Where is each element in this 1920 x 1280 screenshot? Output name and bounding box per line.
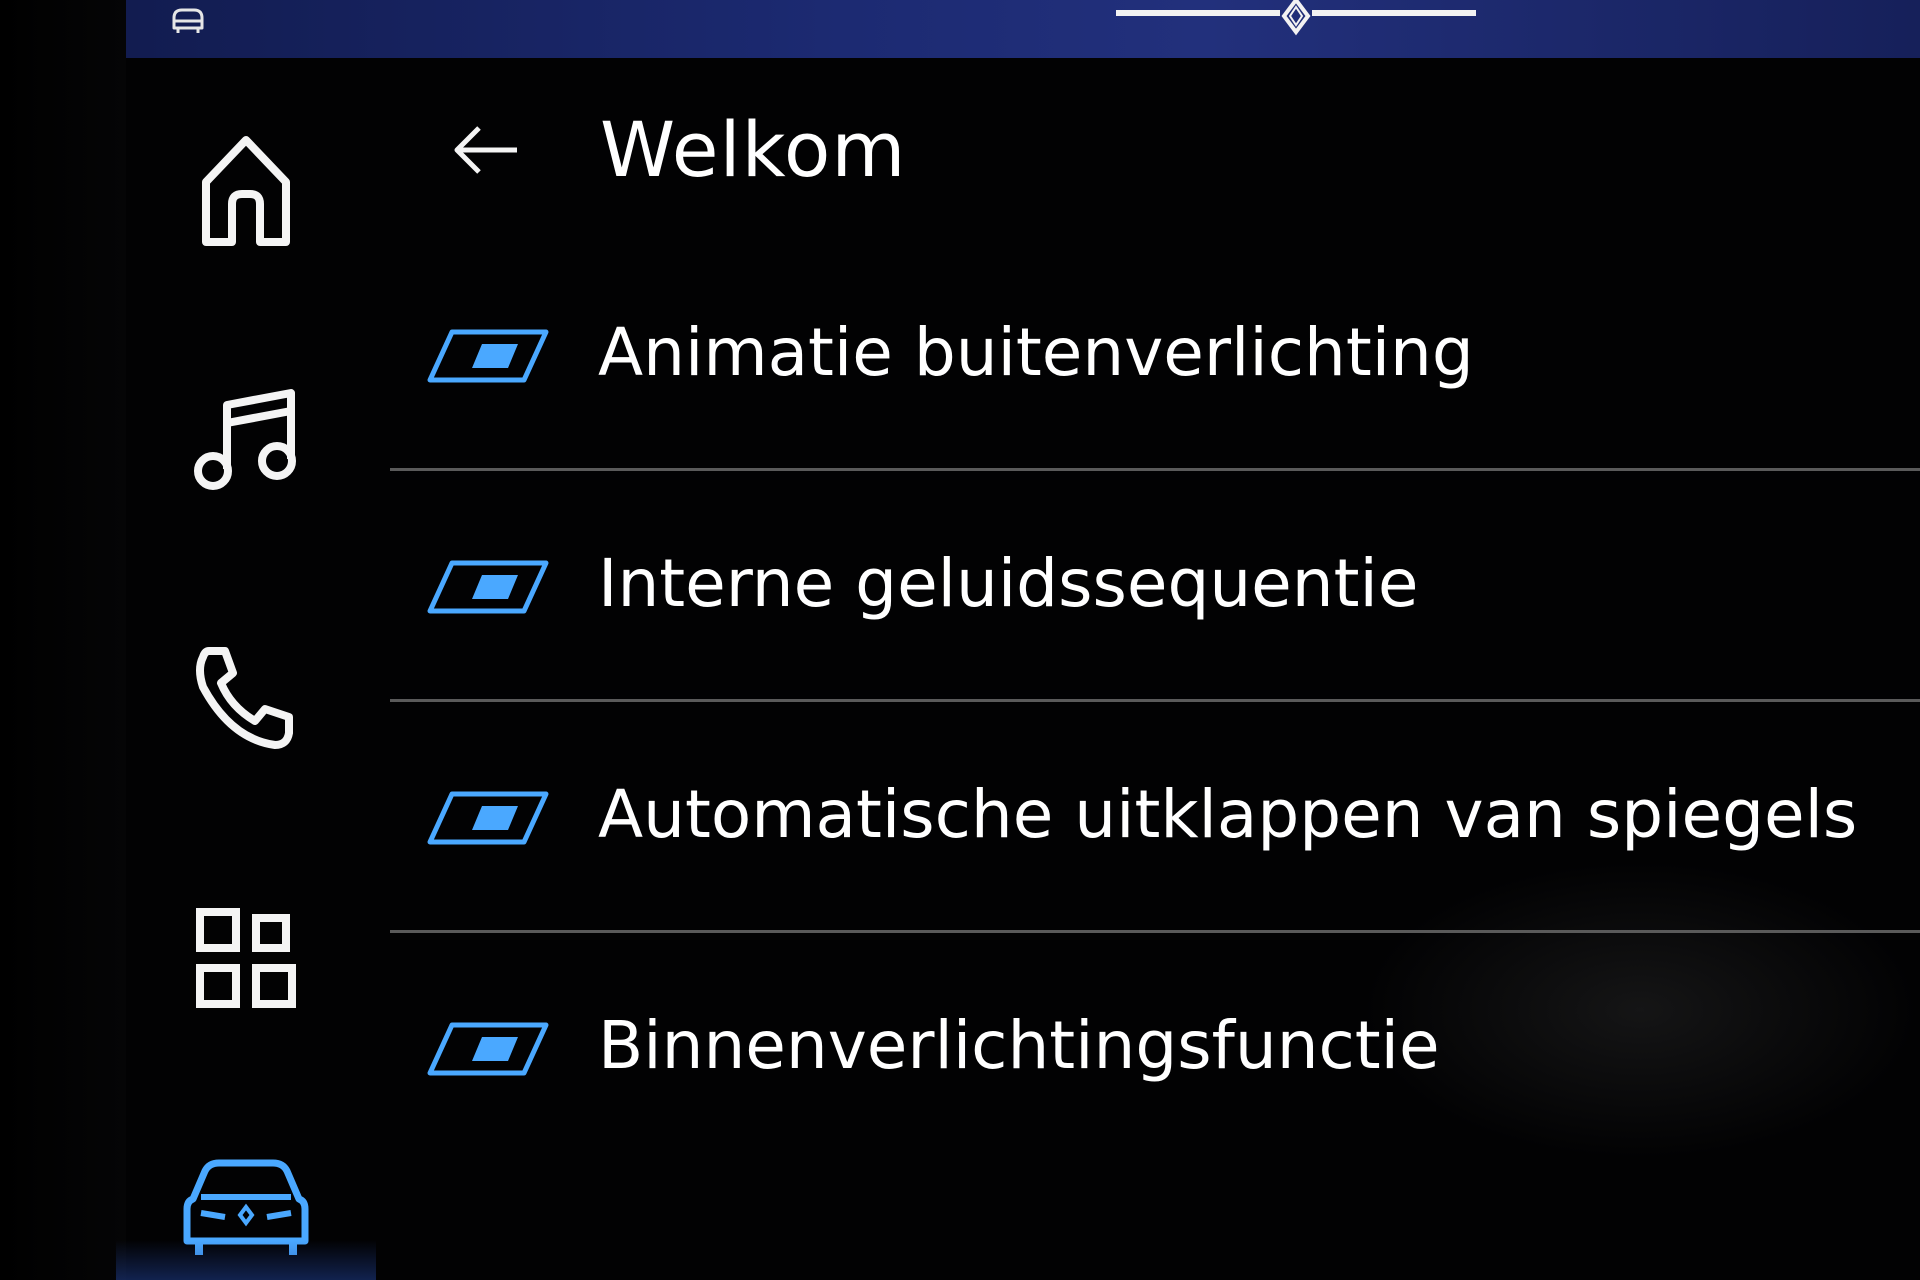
- list-item-interior-lighting-function[interactable]: Binnenverlichtingsfunctie: [390, 933, 1920, 1161]
- list-item-label: Automatische uitklappen van spiegels: [598, 776, 1858, 853]
- top-bar: [126, 0, 1920, 58]
- list-item-label: Interne geluidssequentie: [598, 545, 1419, 622]
- settings-list: Animatie buitenverlichting Interne gelui…: [390, 240, 1920, 1161]
- list-item-exterior-lighting-animation[interactable]: Animatie buitenverlichting: [390, 240, 1920, 471]
- infotainment-screen: Welkom Animatie buitenverlichting Intern…: [0, 0, 1920, 1280]
- list-item-auto-fold-mirrors[interactable]: Automatische uitklappen van spiegels: [390, 702, 1920, 933]
- apps-grid-icon: [196, 908, 296, 1008]
- phone-icon: [196, 647, 293, 749]
- parallelogram-icon: [427, 329, 549, 383]
- sidebar-item-music[interactable]: [126, 358, 366, 518]
- parallelogram-icon: [427, 1022, 549, 1076]
- sidebar-item-home[interactable]: [126, 110, 366, 270]
- car-outline-icon[interactable]: [166, 4, 210, 38]
- page-title: Welkom: [600, 105, 907, 194]
- brand-diamond-icon: [1116, 0, 1476, 36]
- page-header: Welkom: [440, 95, 1840, 205]
- list-item-internal-sound-sequence[interactable]: Interne geluidssequentie: [390, 471, 1920, 702]
- left-shade: [0, 0, 126, 1280]
- parallelogram-icon: [427, 560, 549, 614]
- list-item-label: Binnenverlichtingsfunctie: [598, 1007, 1440, 1084]
- music-note-icon: [194, 389, 296, 490]
- back-button[interactable]: [440, 115, 530, 185]
- arrow-left-icon: [454, 126, 517, 174]
- parallelogram-icon: [427, 791, 549, 845]
- sidebar-nav: [116, 58, 376, 1280]
- sidebar-item-apps[interactable]: [126, 878, 366, 1038]
- sidebar-item-car[interactable]: [116, 1138, 376, 1280]
- sidebar-item-phone[interactable]: [126, 618, 366, 778]
- home-icon: [202, 136, 290, 246]
- list-item-label: Animatie buitenverlichting: [598, 314, 1474, 391]
- active-indicator: [116, 1240, 376, 1280]
